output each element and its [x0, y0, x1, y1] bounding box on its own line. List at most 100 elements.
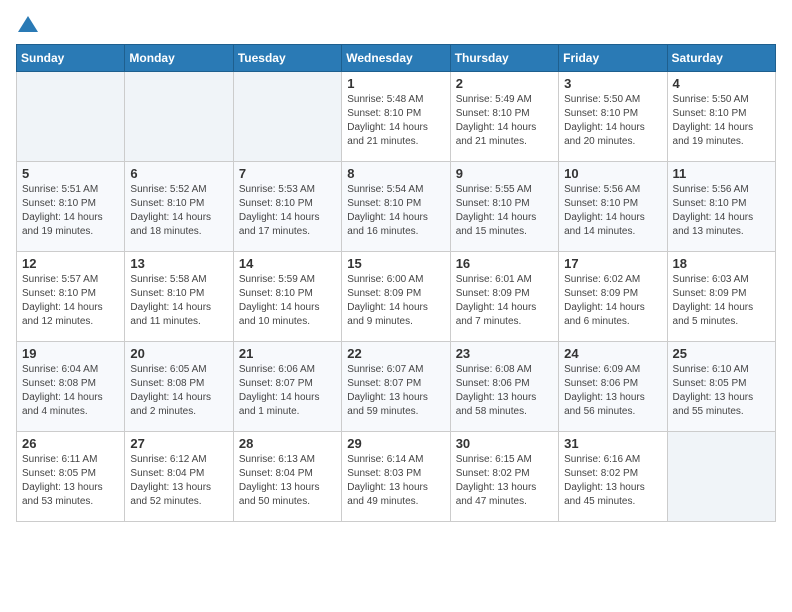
calendar-cell — [233, 72, 341, 162]
day-info: Sunrise: 6:12 AMSunset: 8:04 PMDaylight:… — [130, 453, 227, 509]
day-number: 8 — [347, 166, 444, 181]
calendar-week-row: 26 Sunrise: 6:11 AMSunset: 8:05 PMDayligh… — [17, 432, 776, 522]
logo — [16, 16, 38, 32]
calendar-cell: 11 Sunrise: 5:56 AMSunset: 8:10 PMDayligh… — [667, 162, 775, 252]
day-number: 3 — [564, 76, 661, 91]
calendar-cell: 18 Sunrise: 6:03 AMSunset: 8:09 PMDayligh… — [667, 252, 775, 342]
page-header — [16, 16, 776, 32]
calendar-cell: 19 Sunrise: 6:04 AMSunset: 8:08 PMDayligh… — [17, 342, 125, 432]
day-info: Sunrise: 6:07 AMSunset: 8:07 PMDaylight:… — [347, 363, 444, 419]
calendar-cell: 14 Sunrise: 5:59 AMSunset: 8:10 PMDayligh… — [233, 252, 341, 342]
calendar-cell: 25 Sunrise: 6:10 AMSunset: 8:05 PMDayligh… — [667, 342, 775, 432]
day-info: Sunrise: 5:54 AMSunset: 8:10 PMDaylight:… — [347, 183, 444, 239]
day-number: 15 — [347, 256, 444, 271]
day-number: 24 — [564, 346, 661, 361]
day-number: 29 — [347, 436, 444, 451]
day-info: Sunrise: 5:55 AMSunset: 8:10 PMDaylight:… — [456, 183, 553, 239]
calendar-cell: 1 Sunrise: 5:48 AMSunset: 8:10 PMDaylight… — [342, 72, 450, 162]
day-number: 12 — [22, 256, 119, 271]
day-number: 27 — [130, 436, 227, 451]
day-number: 6 — [130, 166, 227, 181]
day-info: Sunrise: 6:06 AMSunset: 8:07 PMDaylight:… — [239, 363, 336, 419]
calendar-cell: 13Sunrise: 5:58 AMSunset: 8:10 PMDayligh… — [125, 252, 233, 342]
day-info: Sunrise: 6:01 AMSunset: 8:09 PMDaylight:… — [456, 273, 553, 329]
day-info: Sunrise: 6:04 AMSunset: 8:08 PMDaylight:… — [22, 363, 119, 419]
day-info: Sunrise: 5:49 AMSunset: 8:10 PMDaylight:… — [456, 93, 553, 149]
day-info: Sunrise: 5:50 AMSunset: 8:10 PMDaylight:… — [673, 93, 770, 149]
day-info: Sunrise: 6:13 AMSunset: 8:04 PMDaylight:… — [239, 453, 336, 509]
day-info: Sunrise: 6:03 AMSunset: 8:09 PMDaylight:… — [673, 273, 770, 329]
calendar-cell: 31Sunrise: 6:16 AMSunset: 8:02 PMDayligh… — [559, 432, 667, 522]
day-number: 20 — [130, 346, 227, 361]
day-info: Sunrise: 6:02 AMSunset: 8:09 PMDaylight:… — [564, 273, 661, 329]
calendar-cell: 10Sunrise: 5:56 AMSunset: 8:10 PMDayligh… — [559, 162, 667, 252]
day-info: Sunrise: 6:10 AMSunset: 8:05 PMDaylight:… — [673, 363, 770, 419]
calendar-cell — [667, 432, 775, 522]
calendar-cell: 23 Sunrise: 6:08 AMSunset: 8:06 PMDayligh… — [450, 342, 558, 432]
calendar-cell: 26 Sunrise: 6:11 AMSunset: 8:05 PMDayligh… — [17, 432, 125, 522]
calendar-cell: 27 Sunrise: 6:12 AMSunset: 8:04 PMDayligh… — [125, 432, 233, 522]
calendar-cell: 21Sunrise: 6:06 AMSunset: 8:07 PMDayligh… — [233, 342, 341, 432]
day-number: 25 — [673, 346, 770, 361]
calendar-cell: 24 Sunrise: 6:09 AMSunset: 8:06 PMDayligh… — [559, 342, 667, 432]
day-info: Sunrise: 5:53 AMSunset: 8:10 PMDaylight:… — [239, 183, 336, 239]
calendar-cell: 20 Sunrise: 6:05 AMSunset: 8:08 PMDayligh… — [125, 342, 233, 432]
day-number: 18 — [673, 256, 770, 271]
day-number: 22 — [347, 346, 444, 361]
weekday-header: Sunday — [17, 45, 125, 72]
weekday-header: Wednesday — [342, 45, 450, 72]
calendar-cell: 6Sunrise: 5:52 AMSunset: 8:10 PMDaylight… — [125, 162, 233, 252]
day-number: 17 — [564, 256, 661, 271]
day-info: Sunrise: 6:15 AMSunset: 8:02 PMDaylight:… — [456, 453, 553, 509]
calendar-cell: 7 Sunrise: 5:53 AMSunset: 8:10 PMDaylight… — [233, 162, 341, 252]
calendar-week-row: 12 Sunrise: 5:57 AMSunset: 8:10 PMDayligh… — [17, 252, 776, 342]
day-number: 11 — [673, 166, 770, 181]
day-info: Sunrise: 6:05 AMSunset: 8:08 PMDaylight:… — [130, 363, 227, 419]
day-number: 16 — [456, 256, 553, 271]
calendar-week-row: 1 Sunrise: 5:48 AMSunset: 8:10 PMDaylight… — [17, 72, 776, 162]
logo-icon — [18, 16, 38, 32]
weekday-header: Tuesday — [233, 45, 341, 72]
day-info: Sunrise: 5:48 AMSunset: 8:10 PMDaylight:… — [347, 93, 444, 149]
day-info: Sunrise: 5:50 AMSunset: 8:10 PMDaylight:… — [564, 93, 661, 149]
day-info: Sunrise: 6:14 AMSunset: 8:03 PMDaylight:… — [347, 453, 444, 509]
weekday-header: Thursday — [450, 45, 558, 72]
calendar-cell: 3 Sunrise: 5:50 AMSunset: 8:10 PMDaylight… — [559, 72, 667, 162]
day-number: 19 — [22, 346, 119, 361]
calendar-cell: 12 Sunrise: 5:57 AMSunset: 8:10 PMDayligh… — [17, 252, 125, 342]
day-info: Sunrise: 6:00 AMSunset: 8:09 PMDaylight:… — [347, 273, 444, 329]
calendar-cell: 5Sunrise: 5:51 AMSunset: 8:10 PMDaylight… — [17, 162, 125, 252]
day-number: 14 — [239, 256, 336, 271]
weekday-header: Friday — [559, 45, 667, 72]
day-number: 2 — [456, 76, 553, 91]
calendar-cell: 22 Sunrise: 6:07 AMSunset: 8:07 PMDayligh… — [342, 342, 450, 432]
day-number: 10 — [564, 166, 661, 181]
calendar-cell: 16 Sunrise: 6:01 AMSunset: 8:09 PMDayligh… — [450, 252, 558, 342]
day-info: Sunrise: 5:56 AMSunset: 8:10 PMDaylight:… — [673, 183, 770, 239]
calendar-header-row: SundayMondayTuesdayWednesdayThursdayFrid… — [17, 45, 776, 72]
day-info: Sunrise: 6:16 AMSunset: 8:02 PMDaylight:… — [564, 453, 661, 509]
day-number: 4 — [673, 76, 770, 91]
weekday-header: Saturday — [667, 45, 775, 72]
day-info: Sunrise: 6:08 AMSunset: 8:06 PMDaylight:… — [456, 363, 553, 419]
weekday-header: Monday — [125, 45, 233, 72]
day-info: Sunrise: 5:57 AMSunset: 8:10 PMDaylight:… — [22, 273, 119, 329]
calendar-cell: 15 Sunrise: 6:00 AMSunset: 8:09 PMDayligh… — [342, 252, 450, 342]
day-info: Sunrise: 6:11 AMSunset: 8:05 PMDaylight:… — [22, 453, 119, 509]
day-info: Sunrise: 5:59 AMSunset: 8:10 PMDaylight:… — [239, 273, 336, 329]
calendar-cell: 9 Sunrise: 5:55 AMSunset: 8:10 PMDaylight… — [450, 162, 558, 252]
day-number: 30 — [456, 436, 553, 451]
calendar-cell: 28 Sunrise: 6:13 AMSunset: 8:04 PMDayligh… — [233, 432, 341, 522]
calendar-cell — [17, 72, 125, 162]
calendar-cell: 30 Sunrise: 6:15 AMSunset: 8:02 PMDayligh… — [450, 432, 558, 522]
day-number: 1 — [347, 76, 444, 91]
day-number: 9 — [456, 166, 553, 181]
day-info: Sunrise: 6:09 AMSunset: 8:06 PMDaylight:… — [564, 363, 661, 419]
calendar-table: SundayMondayTuesdayWednesdayThursdayFrid… — [16, 44, 776, 522]
day-number: 7 — [239, 166, 336, 181]
day-number: 23 — [456, 346, 553, 361]
day-number: 26 — [22, 436, 119, 451]
calendar-cell: 17 Sunrise: 6:02 AMSunset: 8:09 PMDayligh… — [559, 252, 667, 342]
day-info: Sunrise: 5:51 AMSunset: 8:10 PMDaylight:… — [22, 183, 119, 239]
day-number: 28 — [239, 436, 336, 451]
